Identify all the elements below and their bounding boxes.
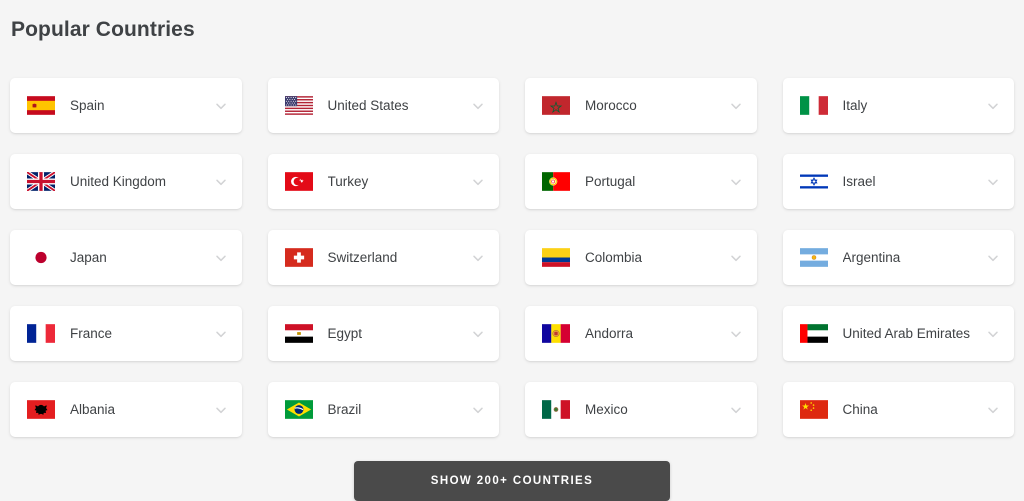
country-card[interactable]: Japan xyxy=(10,230,242,285)
country-name-label: United Kingdom xyxy=(70,174,167,189)
flag-ch-icon xyxy=(284,248,313,267)
chevron-down-icon[interactable] xyxy=(214,327,228,341)
chevron-down-icon[interactable] xyxy=(986,251,1000,265)
country-card[interactable]: Andorra xyxy=(525,306,757,361)
flag-us-icon xyxy=(284,96,313,115)
flag-ar-icon xyxy=(799,248,828,267)
flag-es-icon xyxy=(27,96,55,115)
country-name-label: France xyxy=(70,326,113,341)
country-name-label: Colombia xyxy=(585,250,643,265)
show-all-countries-button[interactable]: Show 200+ countries xyxy=(354,461,670,501)
country-card[interactable]: Egypt xyxy=(267,306,499,361)
country-name-label: Morocco xyxy=(585,98,637,113)
country-name-label: China xyxy=(842,402,878,417)
chevron-down-icon[interactable] xyxy=(471,175,485,189)
chevron-down-icon[interactable] xyxy=(986,99,1000,113)
flag-ae-icon xyxy=(799,324,828,343)
chevron-down-icon[interactable] xyxy=(471,99,485,113)
country-card[interactable]: Israel xyxy=(782,154,1014,209)
chevron-down-icon[interactable] xyxy=(471,327,485,341)
country-name-label: Japan xyxy=(70,250,107,265)
chevron-down-icon[interactable] xyxy=(729,403,743,417)
country-card[interactable]: Portugal xyxy=(525,154,757,209)
chevron-down-icon[interactable] xyxy=(214,403,228,417)
country-card[interactable]: Turkey xyxy=(267,154,499,209)
chevron-down-icon[interactable] xyxy=(986,327,1000,341)
flag-it-icon xyxy=(799,96,828,115)
flag-mx-icon xyxy=(542,400,570,419)
chevron-down-icon[interactable] xyxy=(729,327,743,341)
country-name-label: Italy xyxy=(842,98,868,113)
country-card[interactable]: France xyxy=(10,306,242,361)
flag-ma-icon xyxy=(542,96,570,115)
flag-eg-icon xyxy=(284,324,313,343)
country-card[interactable]: United Kingdom xyxy=(10,154,242,209)
flag-pt-icon xyxy=(542,172,570,191)
flag-al-icon xyxy=(27,400,55,419)
chevron-down-icon[interactable] xyxy=(471,403,485,417)
country-name-label: Andorra xyxy=(585,326,634,341)
chevron-down-icon[interactable] xyxy=(729,175,743,189)
country-name-label: Spain xyxy=(70,98,105,113)
chevron-down-icon[interactable] xyxy=(729,251,743,265)
country-card[interactable]: Albania xyxy=(10,382,242,437)
country-name-label: Albania xyxy=(70,402,116,417)
country-card[interactable]: Colombia xyxy=(525,230,757,285)
country-name-label: Brazil xyxy=(327,402,362,417)
chevron-down-icon[interactable] xyxy=(471,251,485,265)
flag-ad-icon xyxy=(542,324,570,343)
country-grid: Spain United States Morocco Italy United Kin… xyxy=(10,78,1014,437)
country-card[interactable]: United Arab Emirates xyxy=(782,306,1014,361)
chevron-down-icon[interactable] xyxy=(986,403,1000,417)
country-name-label: Switzerland xyxy=(327,250,398,265)
chevron-down-icon[interactable] xyxy=(986,175,1000,189)
flag-cn-icon xyxy=(799,400,828,419)
country-card[interactable]: Argentina xyxy=(782,230,1014,285)
flag-jp-icon xyxy=(27,248,55,267)
flag-co-icon xyxy=(542,248,570,267)
country-name-label: Israel xyxy=(842,174,876,189)
country-card[interactable]: China xyxy=(782,382,1014,437)
country-card[interactable]: Morocco xyxy=(525,78,757,133)
country-name-label: Mexico xyxy=(585,402,628,417)
flag-gb-icon xyxy=(27,172,55,191)
chevron-down-icon[interactable] xyxy=(214,175,228,189)
flag-il-icon xyxy=(799,172,828,191)
country-name-label: Portugal xyxy=(585,174,636,189)
country-card[interactable]: Spain xyxy=(10,78,242,133)
chevron-down-icon[interactable] xyxy=(214,251,228,265)
flag-fr-icon xyxy=(27,324,55,343)
country-card[interactable]: Mexico xyxy=(525,382,757,437)
country-name-label: United States xyxy=(327,98,409,113)
chevron-down-icon[interactable] xyxy=(729,99,743,113)
country-name-label: Turkey xyxy=(327,174,369,189)
country-name-label: Egypt xyxy=(327,326,363,341)
page-title: Popular Countries xyxy=(11,18,195,41)
country-card[interactable]: United States xyxy=(267,78,499,133)
flag-tr-icon xyxy=(284,172,313,191)
country-name-label: Argentina xyxy=(842,250,901,265)
country-card[interactable]: Brazil xyxy=(267,382,499,437)
flag-br-icon xyxy=(284,400,313,419)
country-card[interactable]: Italy xyxy=(782,78,1014,133)
country-name-label: United Arab Emirates xyxy=(842,326,971,341)
country-card[interactable]: Switzerland xyxy=(267,230,499,285)
chevron-down-icon[interactable] xyxy=(214,99,228,113)
